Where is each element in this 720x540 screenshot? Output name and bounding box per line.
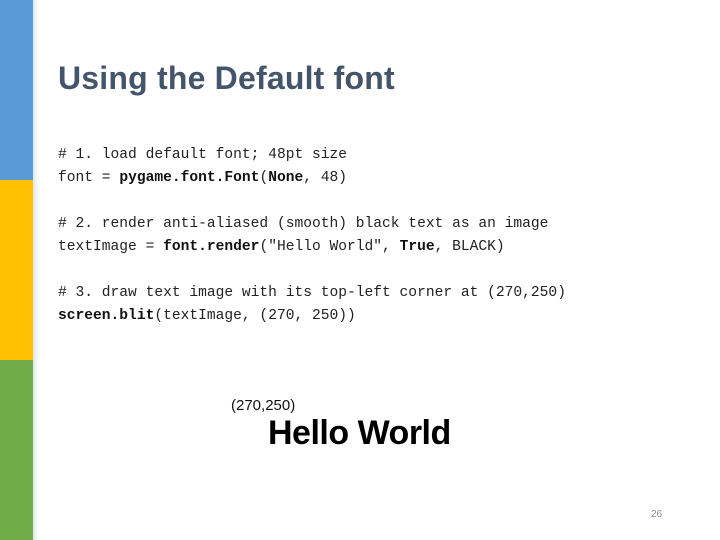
hello-world-demo-text: Hello World (268, 414, 451, 452)
slide-title: Using the Default font (58, 60, 395, 96)
code-line: font = pygame.font.Font(None, 48) (58, 170, 348, 186)
page-number: 26 (651, 509, 663, 520)
code-block-2: # 2. render anti-aliased (smooth) black … (58, 213, 548, 259)
code-block-3: # 3. draw text image with its top-left c… (58, 282, 566, 328)
sidebar-stripe-blue (0, 0, 33, 180)
sidebar-shadow (33, 0, 39, 540)
sidebar-stripe-yellow (0, 180, 33, 360)
code-comment: # 3. draw text image with its top-left c… (58, 285, 566, 301)
code-block-1: # 1. load default font; 48pt size font =… (58, 144, 347, 190)
coordinate-label: (270,250) (231, 397, 296, 414)
code-line: screen.blit(textImage, (270, 250)) (58, 308, 356, 324)
code-comment: # 1. load default font; 48pt size (58, 147, 348, 163)
code-comment: # 2. render anti-aliased (smooth) black … (58, 216, 549, 232)
code-line: textImage = font.render("Hello World", T… (58, 239, 505, 255)
sidebar-stripe-green (0, 360, 33, 540)
